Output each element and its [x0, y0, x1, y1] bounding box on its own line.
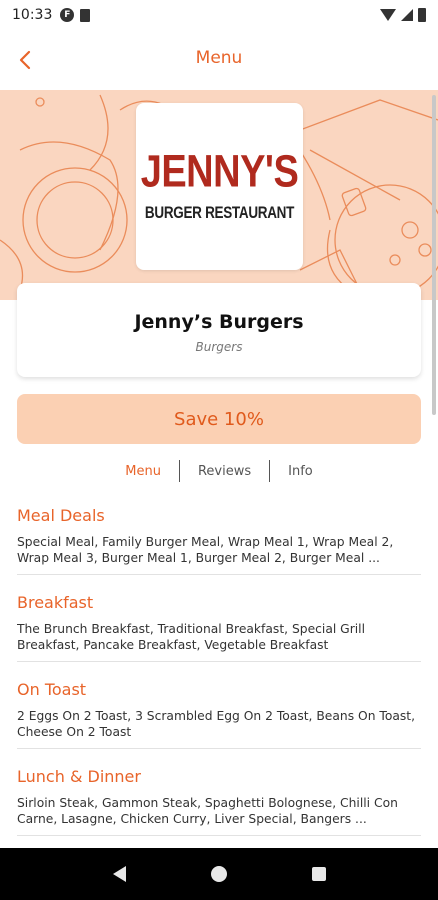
signal-icon: [401, 9, 413, 21]
nav-home-icon[interactable]: [210, 866, 227, 882]
menu-section-title: On Toast: [17, 680, 87, 699]
status-time: 10:33: [12, 7, 53, 23]
tab-info[interactable]: Info: [270, 464, 331, 479]
sim-card-icon: [80, 8, 91, 22]
restaurant-name: Jenny’s Burgers: [134, 311, 304, 333]
nav-back-icon[interactable]: [112, 866, 126, 882]
menu-section-list: Meal Deals Special Meal, Family Burger M…: [17, 498, 421, 846]
menu-section-items: Sirloin Steak, Gammon Steak, Spaghetti B…: [17, 796, 398, 826]
logo-main-text: JENNY'S: [140, 146, 299, 198]
tab-menu[interactable]: Menu: [107, 464, 179, 479]
status-bar: 10:33 F: [0, 0, 438, 30]
menu-section-on-toast[interactable]: On Toast 2 Eggs On 2 Toast, 3 Scrambled …: [17, 672, 421, 749]
tab-reviews[interactable]: Reviews: [180, 464, 269, 479]
page-title: Menu: [195, 48, 243, 68]
menu-section-items: 2 Eggs On 2 Toast, 3 Scrambled Egg On 2 …: [17, 709, 416, 739]
restaurant-info-card: Jenny’s Burgers Burgers: [17, 283, 421, 377]
menu-section-items: The Brunch Breakfast, Traditional Breakf…: [17, 622, 366, 652]
menu-section-title: Lunch & Dinner: [17, 767, 141, 786]
scrollbar[interactable]: [432, 95, 436, 415]
tab-bar: Menu Reviews Info: [0, 459, 438, 483]
hero-banner: JENNY'S BURGER RESTAURANT: [0, 90, 438, 300]
menu-section-lunch-dinner[interactable]: Lunch & Dinner Sirloin Steak, Gammon Ste…: [17, 759, 421, 836]
restaurant-category: Burgers: [195, 340, 243, 354]
nav-recents-icon[interactable]: [311, 867, 326, 881]
system-nav-bar: [0, 848, 438, 900]
menu-section-meal-deals[interactable]: Meal Deals Special Meal, Family Burger M…: [17, 498, 421, 575]
menu-section-breakfast[interactable]: Breakfast The Brunch Breakfast, Traditio…: [17, 585, 421, 662]
menu-section-title: Meal Deals: [17, 506, 105, 525]
logo-sub-text: BURGER RESTAURANT: [144, 203, 295, 222]
app-header: Menu: [0, 30, 438, 90]
status-indicators: [380, 8, 426, 22]
menu-section-items: Special Meal, Family Burger Meal, Wrap M…: [17, 535, 394, 565]
menu-section-title: Breakfast: [17, 593, 94, 612]
wifi-icon: [380, 9, 396, 21]
restaurant-logo: JENNY'S BURGER RESTAURANT: [136, 103, 303, 270]
battery-icon: [418, 8, 426, 22]
app-notification-icon: F: [60, 8, 75, 22]
save-offer-button[interactable]: Save 10%: [17, 394, 421, 444]
